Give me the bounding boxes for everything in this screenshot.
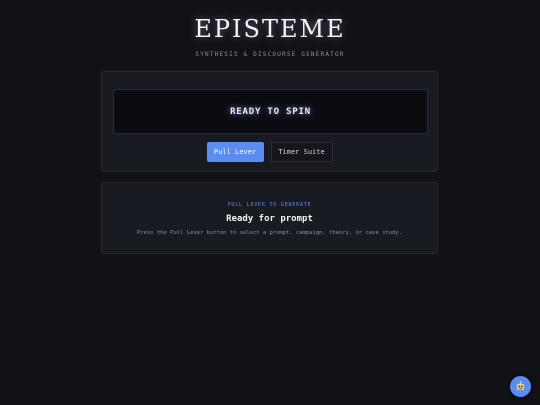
result-description: Press the Pull Lever button to select a … — [137, 230, 402, 236]
spin-display-text: READY TO SPIN — [230, 106, 311, 117]
brand-tagline: SYNTHESIS & DISCOURSE GENERATOR — [195, 51, 345, 58]
assistant-button[interactable] — [510, 376, 531, 397]
machine-actions: Pull Lever Timer Suite — [102, 142, 437, 162]
header: EPISTEME SYNTHESIS & DISCOURSE GENERATOR — [0, 14, 540, 58]
result-card: PULL LEVER TO GENERATE Ready for prompt … — [101, 182, 438, 254]
brand-title: EPISTEME — [194, 15, 346, 43]
result-kicker: PULL LEVER TO GENERATE — [227, 202, 312, 208]
timer-suite-button[interactable]: Timer Suite — [270, 142, 333, 162]
pull-lever-button[interactable]: Pull Lever — [206, 142, 264, 162]
robot-icon — [515, 381, 526, 392]
result-title: Ready for prompt — [226, 214, 313, 224]
slot-machine-card: READY TO SPIN Pull Lever Timer Suite — [101, 71, 438, 172]
spin-display: READY TO SPIN — [113, 89, 428, 134]
page: EPISTEME SYNTHESIS & DISCOURSE GENERATOR… — [0, 0, 540, 405]
